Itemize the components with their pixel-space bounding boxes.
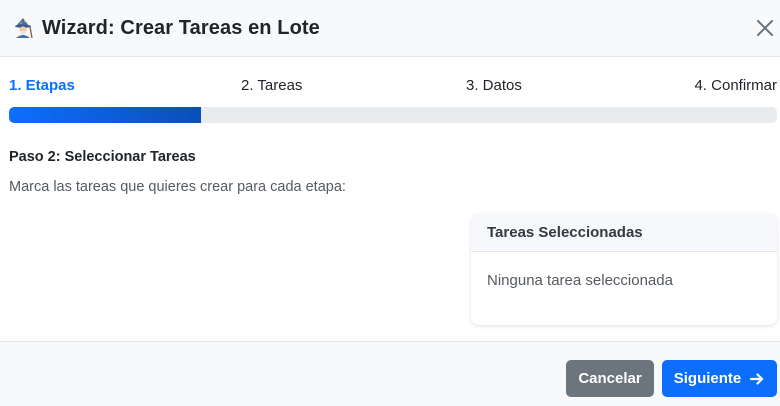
- selected-tasks-empty-text: Ninguna tarea seleccionada: [487, 272, 673, 289]
- selected-tasks-title: Tareas Seleccionadas: [471, 214, 777, 252]
- step-heading: Paso 2: Seleccionar Tareas: [9, 149, 196, 165]
- wizard-progress-bar: [9, 107, 777, 123]
- modal-title: Wizard: Crear Tareas en Lote: [42, 16, 320, 39]
- step-tareas: 2. Tareas: [241, 77, 303, 94]
- close-button[interactable]: [752, 15, 778, 41]
- modal-footer: Cancelar Siguiente: [0, 341, 780, 406]
- modal-header: Wizard: Crear Tareas en Lote: [0, 0, 780, 57]
- close-icon: [757, 20, 773, 36]
- cancel-button-label: Cancelar: [578, 370, 642, 387]
- step-etapas: 1. Etapas: [9, 77, 75, 94]
- step-instructions: Marca las tareas que quieres crear para …: [9, 179, 346, 195]
- wizard-steps: 1. Etapas 2. Tareas 3. Datos 4. Confirma…: [9, 77, 777, 97]
- step-datos: 3. Datos: [466, 77, 522, 94]
- next-button-label: Siguiente: [673, 370, 742, 387]
- progress-fill: [9, 107, 201, 123]
- next-button[interactable]: Siguiente: [662, 360, 777, 397]
- step-confirmar: 4. Confirmar: [694, 77, 777, 94]
- cancel-button[interactable]: Cancelar: [566, 360, 654, 397]
- wizard-icon: [12, 17, 34, 39]
- selected-tasks-panel: Tareas Seleccionadas Ninguna tarea selec…: [471, 214, 777, 325]
- arrow-right-icon: [749, 371, 765, 387]
